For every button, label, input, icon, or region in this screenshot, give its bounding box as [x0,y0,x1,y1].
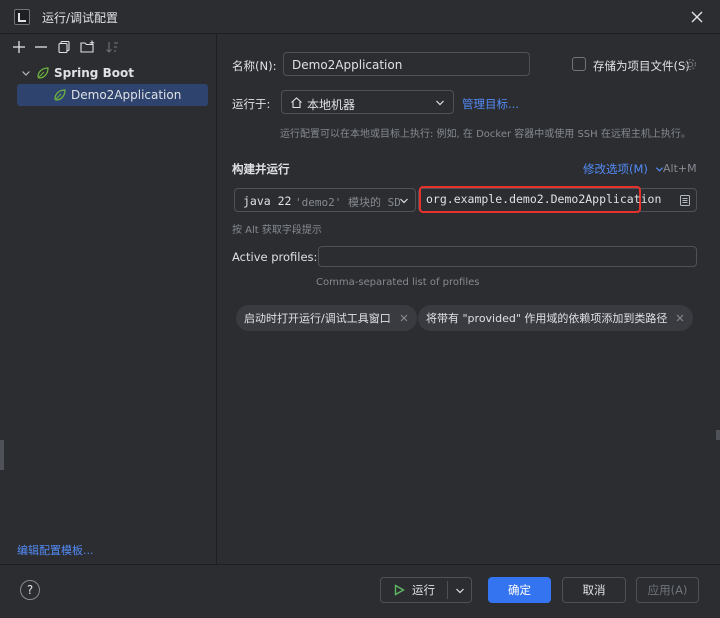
run-on-select[interactable]: 本地机器 [281,90,454,114]
chip-open-tool-window[interactable]: 启动时打开运行/调试工具窗口 [236,305,417,331]
run-on-value: 本地机器 [307,98,356,112]
home-icon [291,97,302,109]
gear-icon[interactable] [684,58,697,71]
config-tree: Spring Boot Demo2Application [8,62,217,106]
sidebar-toolbar [8,34,217,60]
modify-options-link[interactable]: 修改选项(M) [583,161,664,177]
tree-label-demo2application: Demo2Application [71,88,182,102]
store-as-project-label: 存储为项目文件(S) [593,59,690,73]
help-button[interactable]: ? [20,580,40,600]
run-play-icon [394,584,405,596]
close-icon[interactable] [399,313,409,323]
chevron-down-icon [436,100,444,106]
jdk-select[interactable]: java 22 'demo2' 模块的 SD [234,188,416,212]
minus-icon [35,46,47,48]
name-label: 名称(N): [232,59,277,73]
chevron-down-icon[interactable] [455,586,465,596]
chevron-down-icon [400,198,408,204]
folder-add-icon [80,40,95,53]
field-hint: 按 Alt 获取字段提示 [232,225,322,236]
copy-config-button[interactable] [55,38,73,56]
main-class-highlight: org.example.demo2.Demo2Application [419,186,661,213]
browse-class-icon[interactable] [679,194,691,207]
split-divider [447,581,448,599]
spring-boot-run-icon [54,89,66,101]
sort-icon [106,42,118,53]
add-config-button[interactable] [10,38,28,56]
chip-label: 将带有 "provided" 作用域的依赖项添加到类路径 [426,312,668,325]
run-button-label: 运行 [412,583,435,597]
manage-targets-link[interactable]: 管理目标... [462,96,519,112]
title-bar: 运行/调试配置 [0,0,720,34]
window-title: 运行/调试配置 [42,11,119,25]
close-button[interactable] [688,8,706,26]
jdk-module: 'demo2' 模块的 SD [295,196,401,209]
run-on-label: 运行于: [232,97,271,111]
tree-item-demo2application[interactable]: Demo2Application [17,84,208,106]
run-on-hint: 运行配置可以在本地或目标上执行: 例如, 在 Docker 容器中或使用 SSH… [280,129,691,140]
name-value: Demo2Application [292,58,403,72]
tree-item-spring-boot[interactable]: Spring Boot [8,62,217,84]
close-icon[interactable] [675,313,685,323]
remove-config-button[interactable] [32,38,50,56]
apply-button[interactable]: 应用(A) [636,577,699,603]
config-form: 名称(N): Demo2Application 存储为项目文件(S) 运行于: … [218,34,720,564]
intellij-app-icon [14,9,30,25]
profiles-label: Active profiles: [232,250,318,264]
spring-boot-icon [37,67,49,79]
main-class-value: org.example.demo2.Demo2Application [426,192,662,206]
modify-options-label: 修改选项(M) [583,162,648,176]
chevron-down-icon[interactable] [20,67,32,79]
dialog-footer: ? 运行 确定 取消 应用(A) [0,564,720,618]
build-run-heading: 构建并运行 [232,162,290,176]
profiles-input[interactable] [318,246,697,267]
name-field[interactable]: Demo2Application [283,52,530,76]
chip-provided-scope[interactable]: 将带有 "provided" 作用域的依赖项添加到类路径 [418,305,694,331]
modify-options-shortcut: Alt+M [663,162,697,175]
sort-button[interactable] [103,38,121,56]
edit-templates-link[interactable]: 编辑配置模板... [17,542,94,558]
tree-label-spring-boot: Spring Boot [54,66,134,80]
new-folder-button[interactable] [79,38,97,56]
cancel-button[interactable]: 取消 [562,577,626,603]
ok-button[interactable]: 确定 [488,577,551,603]
jdk-version: java 22 [243,194,292,208]
window-edge-marker [716,430,720,440]
copy-icon [58,40,70,54]
close-icon [691,11,703,23]
run-button[interactable]: 运行 [380,577,472,603]
window-edge-marker [0,440,4,470]
config-sidebar: Spring Boot Demo2Application 编辑配置模板... [8,34,217,564]
plus-icon [13,41,25,53]
store-as-project-checkbox[interactable] [572,57,586,71]
profiles-hint: Comma-separated list of profiles [316,277,480,288]
chip-label: 启动时打开运行/调试工具窗口 [244,312,391,325]
